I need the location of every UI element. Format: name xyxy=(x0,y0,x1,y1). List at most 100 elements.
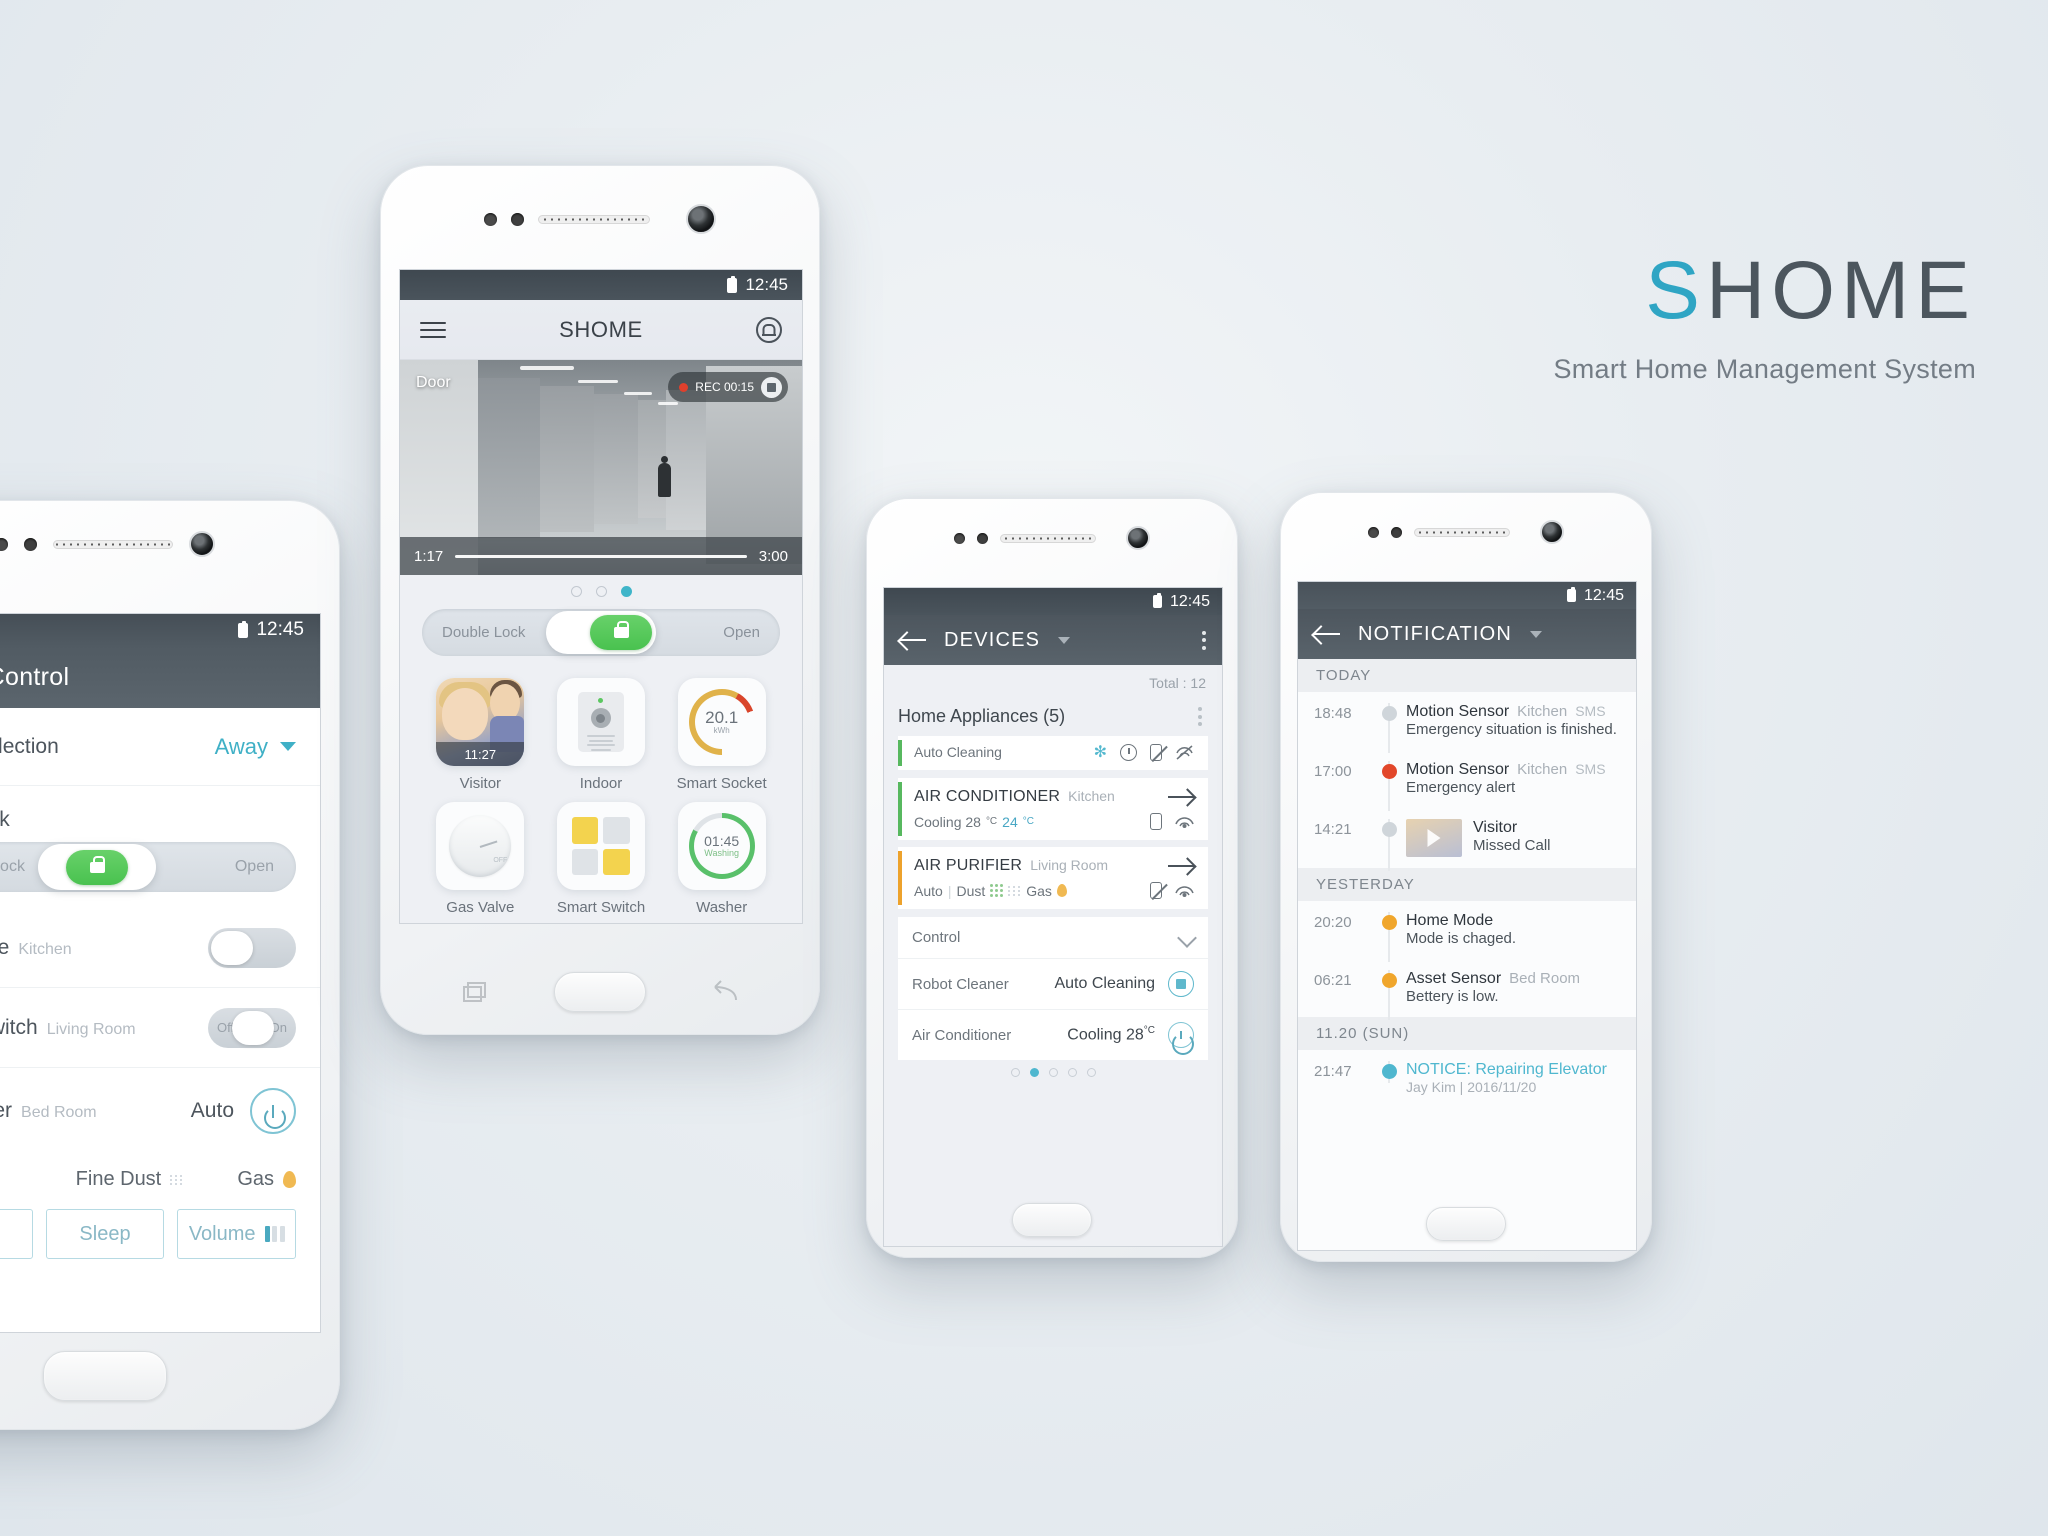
notification-detail: Mode is chaged. xyxy=(1406,930,1517,947)
home-button[interactable] xyxy=(1426,1207,1506,1241)
arrow-left-icon[interactable] xyxy=(1314,626,1340,643)
device-row-air-purifier[interactable]: AIR PURIFIER Living Room Auto | Dust Gas xyxy=(898,847,1208,909)
section-header-wrap: Home Appliances (5) xyxy=(884,697,1222,736)
device-row-air-conditioner[interactable]: AIR CONDITIONER Kitchen Cooling 28 °C 24 °C xyxy=(898,778,1208,840)
earpiece-speaker xyxy=(53,539,173,549)
recents-icon[interactable] xyxy=(459,980,489,1006)
chevron-down-icon[interactable] xyxy=(1177,927,1197,948)
notification-item[interactable]: 17:00 Motion Sensor Kitchen SMS Emergenc… xyxy=(1298,750,1636,811)
status-time: 12:45 xyxy=(1583,586,1624,604)
status-time: 12:45 xyxy=(256,619,304,640)
double-lock-slider[interactable]: Double Lock Open xyxy=(422,609,780,656)
smart-switch-icon[interactable] xyxy=(556,802,645,890)
app-bar: NOTIFICATION xyxy=(1298,609,1636,659)
smart-socket-gauge[interactable]: 20.1 kWh xyxy=(677,678,766,766)
sleep-button[interactable]: Sleep xyxy=(45,1209,165,1259)
gas-valve-icon[interactable]: OFF xyxy=(436,802,525,890)
kebab-icon[interactable] xyxy=(1202,630,1206,650)
notification-item[interactable]: 06:21 Asset Sensor Bed Room Bettery is l… xyxy=(1298,959,1636,1020)
notification-screen: 12:45 NOTIFICATION TODAY 18:48 Motion Se… xyxy=(1297,581,1637,1251)
tile-smart-switch[interactable]: Smart Switch xyxy=(541,794,662,918)
tile-smart-socket[interactable]: 20.1 kWh Smart Socket xyxy=(661,670,782,794)
page-dot-3[interactable] xyxy=(1048,1068,1058,1077)
page-dot-2[interactable] xyxy=(595,586,607,597)
page-dot-5[interactable] xyxy=(1086,1068,1096,1077)
arrow-right-icon[interactable] xyxy=(1168,790,1194,805)
page-dot-3[interactable] xyxy=(620,586,632,597)
notice-meta: Jay Kim | 2016/11/20 xyxy=(1406,1079,1537,1095)
tile-indoor[interactable]: Indoor xyxy=(541,670,662,794)
home-button[interactable] xyxy=(1012,1203,1092,1237)
chevron-down-icon[interactable] xyxy=(280,742,296,751)
home-button[interactable] xyxy=(43,1351,167,1401)
visitor-thumbnail[interactable]: 11:27 xyxy=(436,678,525,766)
auto-button[interactable]: Auto xyxy=(0,1209,33,1259)
ap-name: AIR PURIFIER xyxy=(914,857,1023,874)
row-air-purifier[interactable]: Air Purifier Bed Room Auto xyxy=(0,1068,320,1154)
notification-item[interactable]: 20:20 Home Mode Mode is chaged. xyxy=(1298,901,1636,962)
page-dot-4[interactable] xyxy=(1067,1068,1077,1077)
wifi-off-icon xyxy=(1176,744,1193,760)
page-dot-1[interactable] xyxy=(570,586,582,597)
notification-detail: Missed Call xyxy=(1473,837,1551,854)
back-icon[interactable] xyxy=(709,980,741,1006)
control-row-air-conditioner[interactable]: Air Conditioner Cooling 28°C xyxy=(898,1009,1208,1060)
recording-badge[interactable]: REC 00:15 xyxy=(668,372,788,402)
power-button[interactable] xyxy=(250,1088,296,1134)
socket-unit: kWh xyxy=(713,725,730,735)
row-gas-valve[interactable]: Gas Valve Kitchen xyxy=(0,908,320,988)
camera-feed[interactable]: Door REC 00:15 1:17 3:00 xyxy=(400,360,802,575)
playback-seekbar[interactable]: 1:17 3:00 xyxy=(400,537,802,575)
bell-icon[interactable] xyxy=(756,316,782,343)
lock-right-label: Open xyxy=(723,624,760,641)
notification-detail: Emergency alert xyxy=(1406,779,1516,796)
page-dot-1[interactable] xyxy=(1010,1068,1020,1077)
tile-washer[interactable]: 01:45 Washing Washer xyxy=(661,794,782,918)
control-header[interactable]: Control xyxy=(898,917,1208,958)
visitor-thumbnail[interactable] xyxy=(1406,819,1462,857)
volume-button[interactable]: Volume xyxy=(177,1209,297,1259)
seek-track[interactable] xyxy=(455,554,747,558)
devices-page-indicator xyxy=(884,1060,1222,1077)
home-button[interactable] xyxy=(554,972,646,1012)
phone-bezel-sensors xyxy=(381,204,819,234)
air-purifier-mode-value: Auto xyxy=(190,1099,234,1122)
hamburger-icon[interactable] xyxy=(420,321,446,338)
status-time: 12:45 xyxy=(1169,592,1210,610)
chevron-down-icon[interactable] xyxy=(1530,630,1543,638)
air-conditioner-power-button[interactable] xyxy=(1168,1022,1194,1055)
robot-cleaner-stop-button[interactable] xyxy=(1168,971,1194,997)
door-lock-knob[interactable] xyxy=(38,844,157,890)
visitor-timestamp: 11:27 xyxy=(436,742,525,766)
play-icon[interactable] xyxy=(1427,829,1441,847)
device-row-partial[interactable]: Auto Cleaning ✻ xyxy=(898,736,1208,770)
control-row-robot-cleaner[interactable]: Robot Cleaner Auto Cleaning xyxy=(898,958,1208,1009)
light-sensor-icon xyxy=(1391,526,1402,538)
washer-remaining: 01:45 xyxy=(704,832,740,849)
door-lock-slider[interactable]: Double Lock Open xyxy=(0,842,296,892)
arrow-right-icon[interactable] xyxy=(1168,859,1194,874)
stop-icon[interactable] xyxy=(761,376,782,398)
gas-valve-toggle[interactable] xyxy=(208,927,296,968)
lock-icon xyxy=(590,615,652,650)
mode-selection-row[interactable]: Mode Selection Away xyxy=(0,708,320,786)
notification-item[interactable]: 18:48 Motion Sensor Kitchen SMS Emergenc… xyxy=(1298,692,1636,753)
notification-item[interactable]: 21:47 NOTICE: Repairing Elevator Jay Kim… xyxy=(1298,1050,1636,1108)
notification-item[interactable]: 14:21 Visitor Missed Call xyxy=(1298,808,1636,871)
smart-switch-toggle[interactable]: Off On xyxy=(208,1007,296,1048)
energy-gauge-icon: 20.1 kWh xyxy=(688,689,755,755)
indoor-icon[interactable] xyxy=(556,678,645,766)
arrow-left-icon[interactable] xyxy=(900,632,926,649)
row-smart-switch[interactable]: Smart Switch Living Room Off On xyxy=(0,988,320,1068)
ac-name: AIR CONDITIONER xyxy=(914,788,1061,805)
home-appliances-header: Home Appliances (5) xyxy=(898,697,1208,736)
quick-control-phone: 12:45 Quick Control Mode Selection Away … xyxy=(0,500,340,1430)
tile-visitor[interactable]: 11:27 Visitor xyxy=(420,670,541,794)
row-air-purifier-room: Bed Room xyxy=(21,1104,97,1121)
page-dot-2[interactable] xyxy=(1029,1068,1039,1077)
section-kebab-icon[interactable] xyxy=(1198,707,1202,726)
washer-gauge[interactable]: 01:45 Washing xyxy=(677,802,766,890)
tile-gas-valve[interactable]: OFF Gas Valve xyxy=(420,794,541,918)
lock-knob[interactable] xyxy=(546,611,656,654)
chevron-down-icon[interactable] xyxy=(1058,636,1071,644)
